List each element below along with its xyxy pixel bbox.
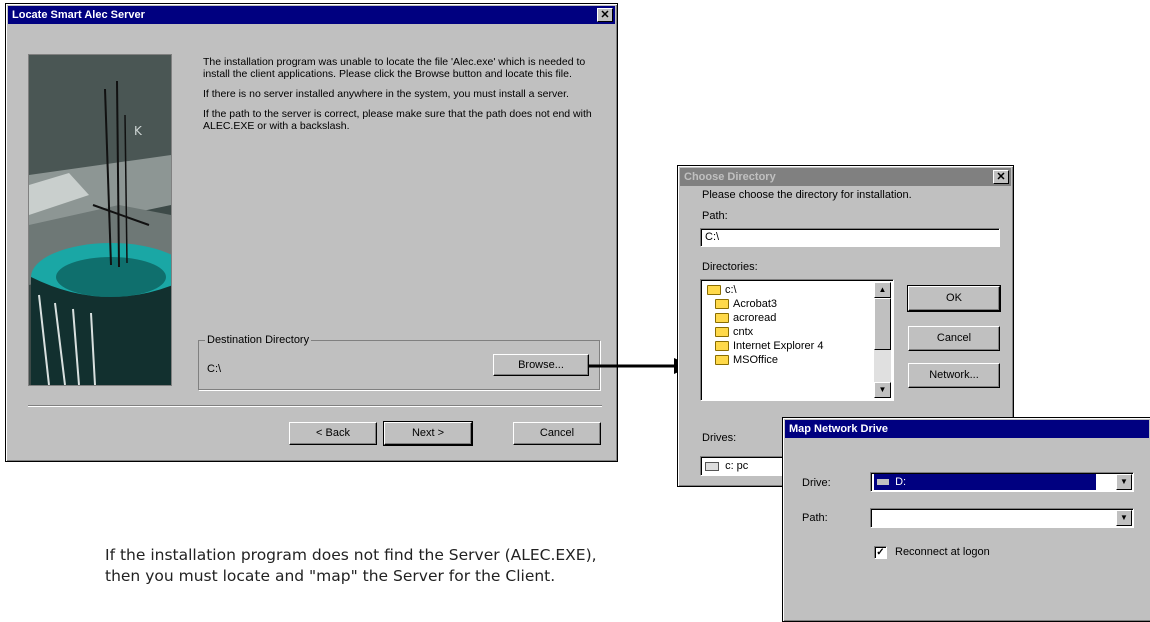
- scroll-up-icon[interactable]: ▲: [874, 282, 891, 298]
- folder-icon: [715, 327, 729, 337]
- destination-directory-group: Destination Directory C:\ Browse...: [198, 334, 600, 390]
- dropdown-arrow-icon[interactable]: ▼: [1116, 474, 1132, 490]
- scroll-down-icon[interactable]: ▼: [874, 382, 891, 398]
- map-network-drive-dialog: Map Network Drive Drive: D: ▼ Path: ▼ ✓ …: [782, 417, 1150, 622]
- locate-dialog-titlebar[interactable]: Locate Smart Alec Server ✕: [8, 6, 615, 24]
- locate-server-dialog: Locate Smart Alec Server ✕ K The install…: [5, 3, 618, 462]
- cancel-button[interactable]: Cancel: [513, 422, 601, 445]
- dropdown-arrow-icon[interactable]: ▼: [1116, 510, 1132, 526]
- network-button[interactable]: Network...: [908, 363, 1000, 388]
- button-separator: [28, 405, 602, 407]
- caption: If the installation program does not fin…: [105, 545, 597, 587]
- reconnect-label: Reconnect at logon: [895, 546, 990, 558]
- destination-group-label: Destination Directory: [205, 334, 312, 346]
- destination-path: C:\: [207, 363, 222, 375]
- folder-icon: [715, 355, 729, 365]
- folder-icon: [715, 341, 729, 351]
- map-path-label: Path:: [802, 512, 828, 524]
- directory-item[interactable]: Acrobat3: [707, 297, 824, 311]
- caption-line-2: then you must locate and "map" the Serve…: [105, 567, 556, 585]
- ok-button[interactable]: OK: [907, 285, 1001, 312]
- browse-button[interactable]: Browse...: [493, 354, 589, 376]
- folder-icon: [715, 299, 729, 309]
- reconnect-checkbox[interactable]: ✓: [874, 546, 887, 559]
- directory-item[interactable]: acroread: [707, 311, 824, 325]
- directory-item[interactable]: Internet Explorer 4: [707, 339, 824, 353]
- drive-select[interactable]: D: ▼: [870, 472, 1134, 492]
- caption-line-1: If the installation program does not fin…: [105, 546, 597, 564]
- directory-item[interactable]: cntx: [707, 325, 824, 339]
- map-path-input[interactable]: ▼: [870, 508, 1134, 528]
- back-button[interactable]: < Back: [289, 422, 377, 445]
- message-paragraph-1: The installation program was unable to l…: [203, 56, 586, 80]
- directory-item[interactable]: MSOffice: [707, 353, 824, 367]
- locate-message: The installation program was unable to l…: [203, 56, 603, 140]
- map-dialog-title: Map Network Drive: [789, 423, 889, 435]
- choose-dialog-titlebar[interactable]: Choose Directory ✕: [680, 168, 1011, 186]
- path-label: Path:: [702, 210, 728, 222]
- locate-dialog-title: Locate Smart Alec Server: [12, 9, 145, 21]
- folder-open-icon: [707, 285, 721, 295]
- directory-item[interactable]: c:\: [707, 283, 824, 297]
- drives-label: Drives:: [702, 432, 737, 444]
- scroll-thumb[interactable]: [874, 298, 891, 350]
- close-icon[interactable]: ✕: [597, 8, 613, 22]
- directories-label: Directories:: [702, 261, 758, 273]
- directories-scrollbar[interactable]: ▲ ▼: [874, 282, 891, 398]
- setup-banner-image: K: [28, 54, 172, 386]
- drive-icon: [705, 461, 719, 471]
- drive-value-highlight: D:: [874, 474, 1096, 490]
- message-paragraph-2: If there is no server installed anywhere…: [203, 88, 569, 100]
- choose-instruction: Please choose the directory for installa…: [702, 189, 912, 201]
- svg-text:K: K: [134, 124, 143, 138]
- message-paragraph-3: If the path to the server is correct, pl…: [203, 108, 592, 132]
- next-button[interactable]: Next >: [383, 421, 473, 446]
- drive-label: Drive:: [802, 477, 831, 489]
- map-dialog-titlebar[interactable]: Map Network Drive: [785, 420, 1149, 438]
- network-drive-icon: [877, 479, 889, 486]
- close-icon[interactable]: ✕: [993, 170, 1009, 184]
- path-input[interactable]: C:\: [700, 228, 1000, 247]
- folder-icon: [715, 313, 729, 323]
- cancel-button[interactable]: Cancel: [908, 326, 1000, 351]
- directories-list[interactable]: c:\ Acrobat3 acroread cntx Internet Expl…: [700, 279, 894, 401]
- choose-dialog-title: Choose Directory: [684, 171, 776, 183]
